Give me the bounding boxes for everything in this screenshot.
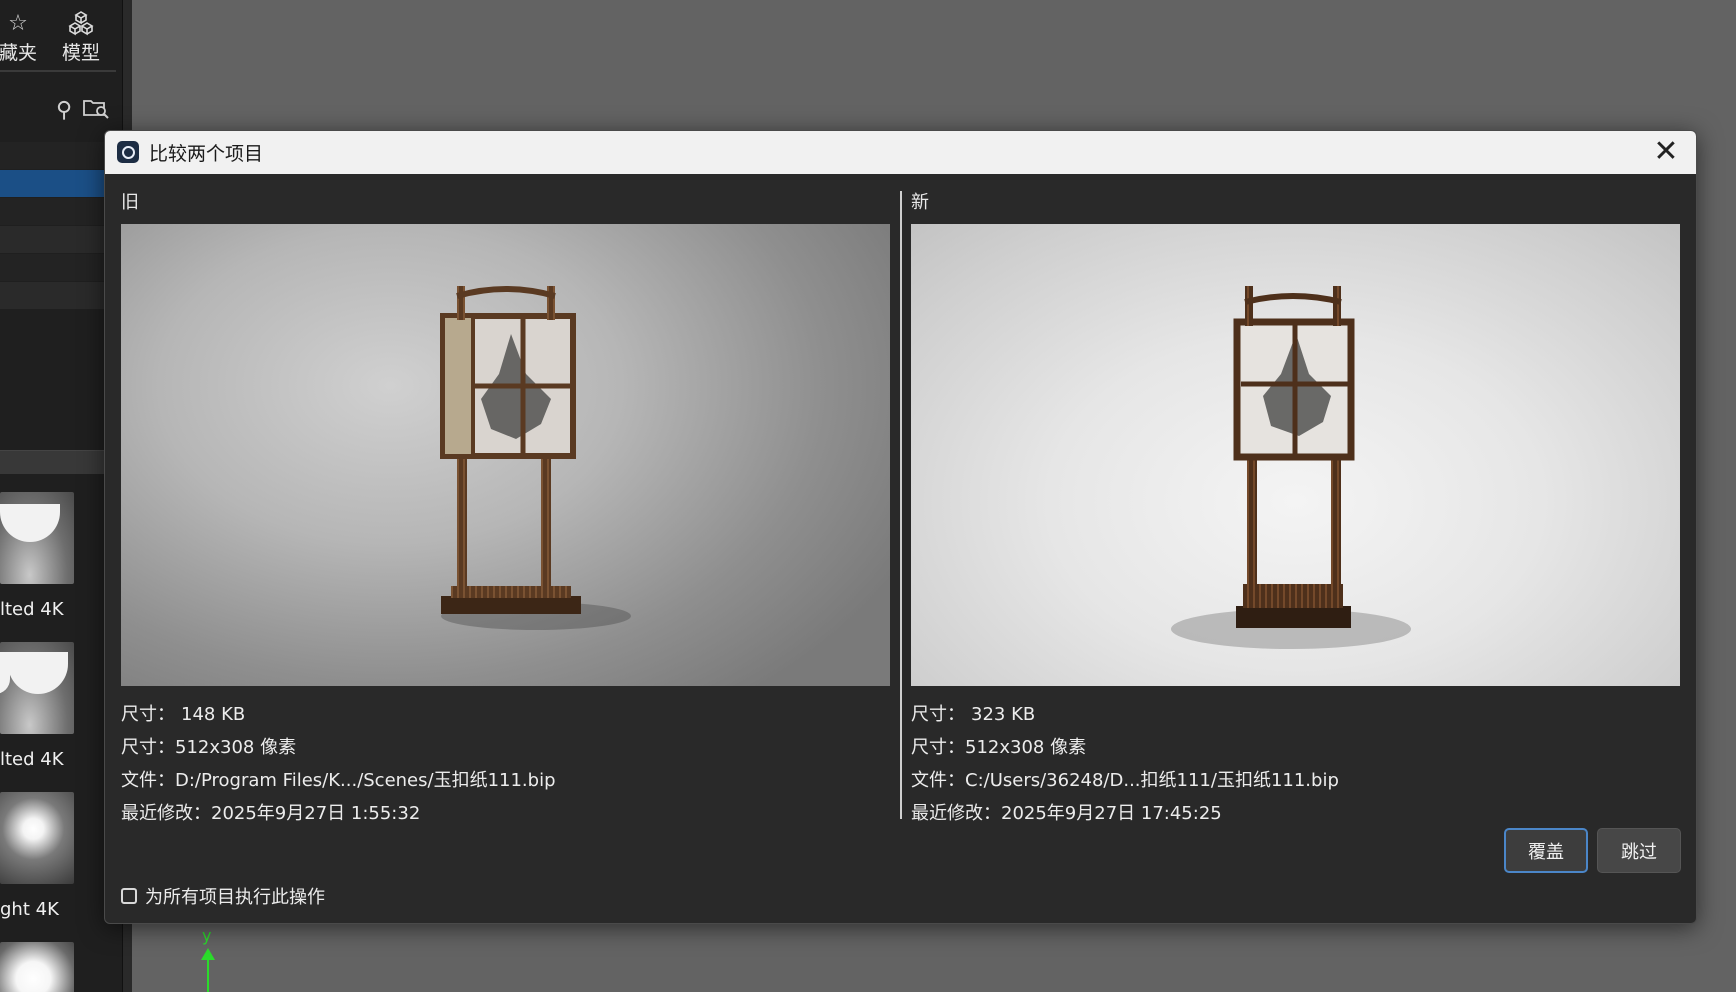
old-file-line: 文件：D:/Program Files/K.../Scenes/玉扣纸111.b… xyxy=(121,766,556,792)
app-icon xyxy=(117,141,139,163)
new-modified-label: 最近修改： xyxy=(911,803,1001,824)
pane-divider xyxy=(900,191,902,819)
category-tree xyxy=(0,142,104,310)
search-icon[interactable]: ⚲ xyxy=(56,98,72,123)
new-file-line: 文件：C:/Users/36248/D...扣纸111/玉扣纸111.bip xyxy=(911,766,1339,792)
tree-row-selected[interactable] xyxy=(0,170,104,197)
search-row: ⚲ xyxy=(0,94,116,126)
models-label: 模型 xyxy=(61,42,100,64)
new-pane-header: 新 xyxy=(911,192,929,213)
tab-underline xyxy=(0,70,116,72)
tree-row[interactable] xyxy=(0,198,104,225)
old-size-label: 尺寸： xyxy=(121,704,175,725)
new-size-label: 尺寸： xyxy=(911,704,965,725)
tree-row[interactable] xyxy=(0,282,104,309)
thumbnail-header xyxy=(0,450,104,474)
tree-row[interactable] xyxy=(0,254,104,281)
thumbnail-label: ght 4K xyxy=(0,899,59,920)
old-size-value: 148 KB xyxy=(181,704,246,725)
new-file-value: C:/Users/36248/D...扣纸111/玉扣纸111.bip xyxy=(965,770,1339,791)
cubes-icon xyxy=(56,10,106,38)
old-file-value: D:/Program Files/K.../Scenes/玉扣纸111.bip xyxy=(175,770,556,791)
dialog-title: 比较两个项目 xyxy=(149,143,264,165)
thumbnail-label: lted 4K xyxy=(0,749,64,770)
old-pane-header: 旧 xyxy=(121,192,139,213)
y-axis-label: y xyxy=(202,926,212,945)
thumbnail-label: lted 4K xyxy=(0,599,64,620)
favorites-label: 藏夹 xyxy=(0,42,37,64)
new-size-line: 尺寸： 323 KB xyxy=(911,700,1035,726)
star-icon: ☆ xyxy=(8,11,28,36)
old-dims-line: 尺寸：512x308 像素 xyxy=(121,733,296,759)
old-dims-label: 尺寸： xyxy=(121,737,175,758)
dialog-titlebar[interactable]: 比较两个项目 ✕ xyxy=(105,131,1696,174)
close-icon[interactable]: ✕ xyxy=(1646,133,1686,171)
environment-thumbnail[interactable] xyxy=(0,492,74,584)
favorites-tab[interactable]: ☆ 藏夹 xyxy=(0,10,42,65)
y-axis-line xyxy=(207,956,209,992)
lantern-render xyxy=(1171,286,1411,649)
apply-all-label: 为所有项目执行此操作 xyxy=(145,887,325,908)
new-dims-line: 尺寸：512x308 像素 xyxy=(911,733,1086,759)
tree-row[interactable] xyxy=(0,226,104,253)
old-modified-line: 最近修改：2025年9月27日 1:55:32 xyxy=(121,799,420,825)
tree-row[interactable] xyxy=(0,142,104,169)
old-dims-value: 512x308 像素 xyxy=(175,737,297,758)
old-preview-image xyxy=(121,224,890,686)
old-modified-value: 2025年9月27日 1:55:32 xyxy=(211,803,421,824)
apply-all-checkbox[interactable] xyxy=(121,888,137,904)
new-size-value: 323 KB xyxy=(971,704,1036,725)
new-preview-image xyxy=(911,224,1680,686)
compare-dialog: 比较两个项目 ✕ 旧 尺寸： 148 KB 尺寸：512x308 像素 文件：D… xyxy=(104,130,1697,924)
new-modified-line: 最近修改：2025年9月27日 17:45:25 xyxy=(911,799,1222,825)
skip-button[interactable]: 跳过 xyxy=(1597,828,1681,873)
environment-thumbnail[interactable] xyxy=(0,792,74,884)
environment-thumbnail[interactable] xyxy=(0,642,74,734)
models-tab[interactable]: 模型 xyxy=(56,10,106,65)
old-modified-label: 最近修改： xyxy=(121,803,211,824)
new-modified-value: 2025年9月27日 17:45:25 xyxy=(1001,803,1222,824)
overwrite-button[interactable]: 覆盖 xyxy=(1504,828,1588,873)
folder-search-icon[interactable] xyxy=(82,96,110,126)
new-file-label: 文件： xyxy=(911,770,965,791)
old-size-line: 尺寸： 148 KB xyxy=(121,700,245,726)
new-dims-label: 尺寸： xyxy=(911,737,965,758)
apply-all-option[interactable]: 为所有项目执行此操作 xyxy=(121,883,325,909)
lantern-render xyxy=(440,286,631,630)
old-file-label: 文件： xyxy=(121,770,175,791)
new-dims-value: 512x308 像素 xyxy=(965,737,1087,758)
environment-thumbnail[interactable] xyxy=(0,942,74,992)
axis-gizmo: y xyxy=(196,926,216,992)
